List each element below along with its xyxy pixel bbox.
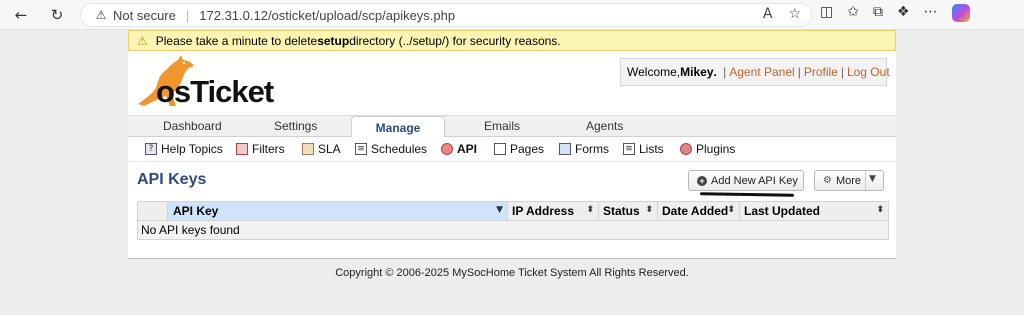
api-icon (441, 143, 453, 155)
col-status[interactable]: Status ⬍ (598, 201, 658, 221)
reload-icon[interactable]: ↻ (46, 4, 68, 26)
col-api-key[interactable]: API Key ▼ (167, 201, 508, 221)
copyright-footer: Copyright © 2006-2025 MySocHome Ticket S… (335, 267, 689, 279)
sort-down-icon: ▼ (496, 205, 503, 215)
subnav-item-plugins[interactable]: Plugins (680, 142, 735, 156)
sort-icon: ⬍ (586, 205, 594, 215)
logout-link[interactable]: Log Out (847, 65, 890, 79)
pages-icon (494, 143, 506, 155)
subnav-item-lists[interactable]: ≡ Lists (623, 142, 664, 156)
lists-icon: ≡ (623, 143, 635, 155)
table-row: No API keys found (137, 220, 889, 240)
more-button[interactable]: ⚙ More ▼ (814, 170, 884, 191)
notice-bold: setup (317, 33, 350, 48)
filters-icon (236, 143, 248, 155)
subnav-item-sla[interactable]: SLA (302, 142, 341, 156)
profile-link[interactable]: Profile (804, 65, 838, 79)
tab-dashboard[interactable]: Dashboard (163, 119, 222, 133)
favorite-star-icon[interactable]: ☆ (788, 6, 801, 22)
sort-icon: ⬍ (645, 205, 653, 215)
annotation-underline (699, 192, 795, 197)
tab-agents[interactable]: Agents (586, 119, 623, 133)
schedules-icon: ≡ (355, 143, 367, 155)
page-container: ⚠ Please take a minute to delete setup d… (128, 30, 896, 259)
warning-icon: ⚠ (137, 33, 148, 48)
subnav-item-help-topics[interactable]: ? Help Topics (145, 142, 223, 156)
address-divider: | (185, 7, 190, 23)
gear-icon: ⚙ (823, 175, 832, 186)
welcome-box: Welcome, Mikey. | Agent Panel | Profile … (620, 58, 890, 86)
sla-icon (302, 143, 314, 155)
security-label: Not secure (113, 7, 176, 23)
back-icon[interactable]: ← (10, 4, 32, 26)
logo-text: osTicket (156, 74, 274, 109)
osticket-logo[interactable]: osTicket (136, 54, 306, 110)
add-api-key-button[interactable]: + Add New API Key (688, 170, 804, 191)
plus-icon: + (697, 175, 707, 186)
welcome-greeting: Welcome, (627, 65, 681, 79)
add-api-key-label: Add New API Key (711, 174, 798, 187)
col-last-updated[interactable]: Last Updated ⬍ (739, 201, 889, 221)
empty-message: No API keys found (137, 220, 889, 240)
split-screen-icon[interactable]: ◫ (820, 4, 833, 22)
more-label: More (835, 174, 862, 187)
agent-panel-link[interactable]: Agent Panel (729, 65, 794, 79)
url-text[interactable]: 172.31.0.12/osticket/upload/scp/apikeys.… (199, 8, 455, 23)
extensions-icon[interactable]: ❖ (897, 4, 910, 22)
sort-icon: ⬍ (727, 205, 735, 215)
subnav-item-api[interactable]: API (441, 142, 477, 156)
subnav-item-filters[interactable]: Filters (236, 142, 285, 156)
tab-manage[interactable]: Manage (351, 116, 445, 138)
favorites-icon[interactable]: ✩ (847, 4, 859, 22)
subnav-item-forms[interactable]: Forms (559, 142, 609, 156)
subnav-item-schedules[interactable]: ≡ Schedules (355, 142, 427, 156)
address-bar[interactable]: ⚠ Not secure | 172.31.0.12/osticket/uplo… (80, 3, 812, 27)
sort-icon: ⬍ (876, 205, 884, 215)
chevron-down-icon[interactable]: ▼ (869, 174, 876, 184)
col-date-added[interactable]: Date Added ⬍ (657, 201, 740, 221)
copilot-icon[interactable] (951, 4, 970, 22)
page-title: API Keys (137, 171, 207, 188)
sub-nav: ? Help Topics Filters SLA ≡ Schedules API … (128, 137, 896, 162)
api-keys-table: API Key ▼ IP Address ⬍ Status ⬍ Date Added ⬍… (137, 201, 889, 240)
read-aloud-icon[interactable]: A (763, 6, 773, 22)
col-ip-address[interactable]: IP Address ⬍ (507, 201, 599, 221)
subnav-item-pages[interactable]: Pages (494, 142, 544, 156)
main-nav: Dashboard Settings Manage Emails Agents (128, 115, 896, 138)
tab-emails[interactable]: Emails (484, 119, 520, 133)
tab-settings[interactable]: Settings (274, 119, 317, 133)
welcome-user: Mikey (680, 65, 714, 79)
security-notice: ⚠ Please take a minute to delete setup d… (128, 30, 896, 51)
settings-more-icon[interactable]: ⋯ (924, 4, 938, 22)
forms-icon (559, 143, 571, 155)
warning-icon[interactable]: ⚠ (93, 8, 109, 22)
help-topics-icon: ? (145, 143, 157, 155)
select-all-header[interactable] (137, 201, 168, 221)
notice-prefix: Please take a minute to delete (155, 33, 318, 48)
notice-suffix: directory (../setup/) for security reaso… (349, 33, 561, 48)
browser-toolbar: ← ↻ ⚠ Not secure | 172.31.0.12/osticket/… (0, 0, 1024, 30)
plugins-icon (680, 143, 692, 155)
collections-icon[interactable]: ⧉ (873, 4, 883, 22)
